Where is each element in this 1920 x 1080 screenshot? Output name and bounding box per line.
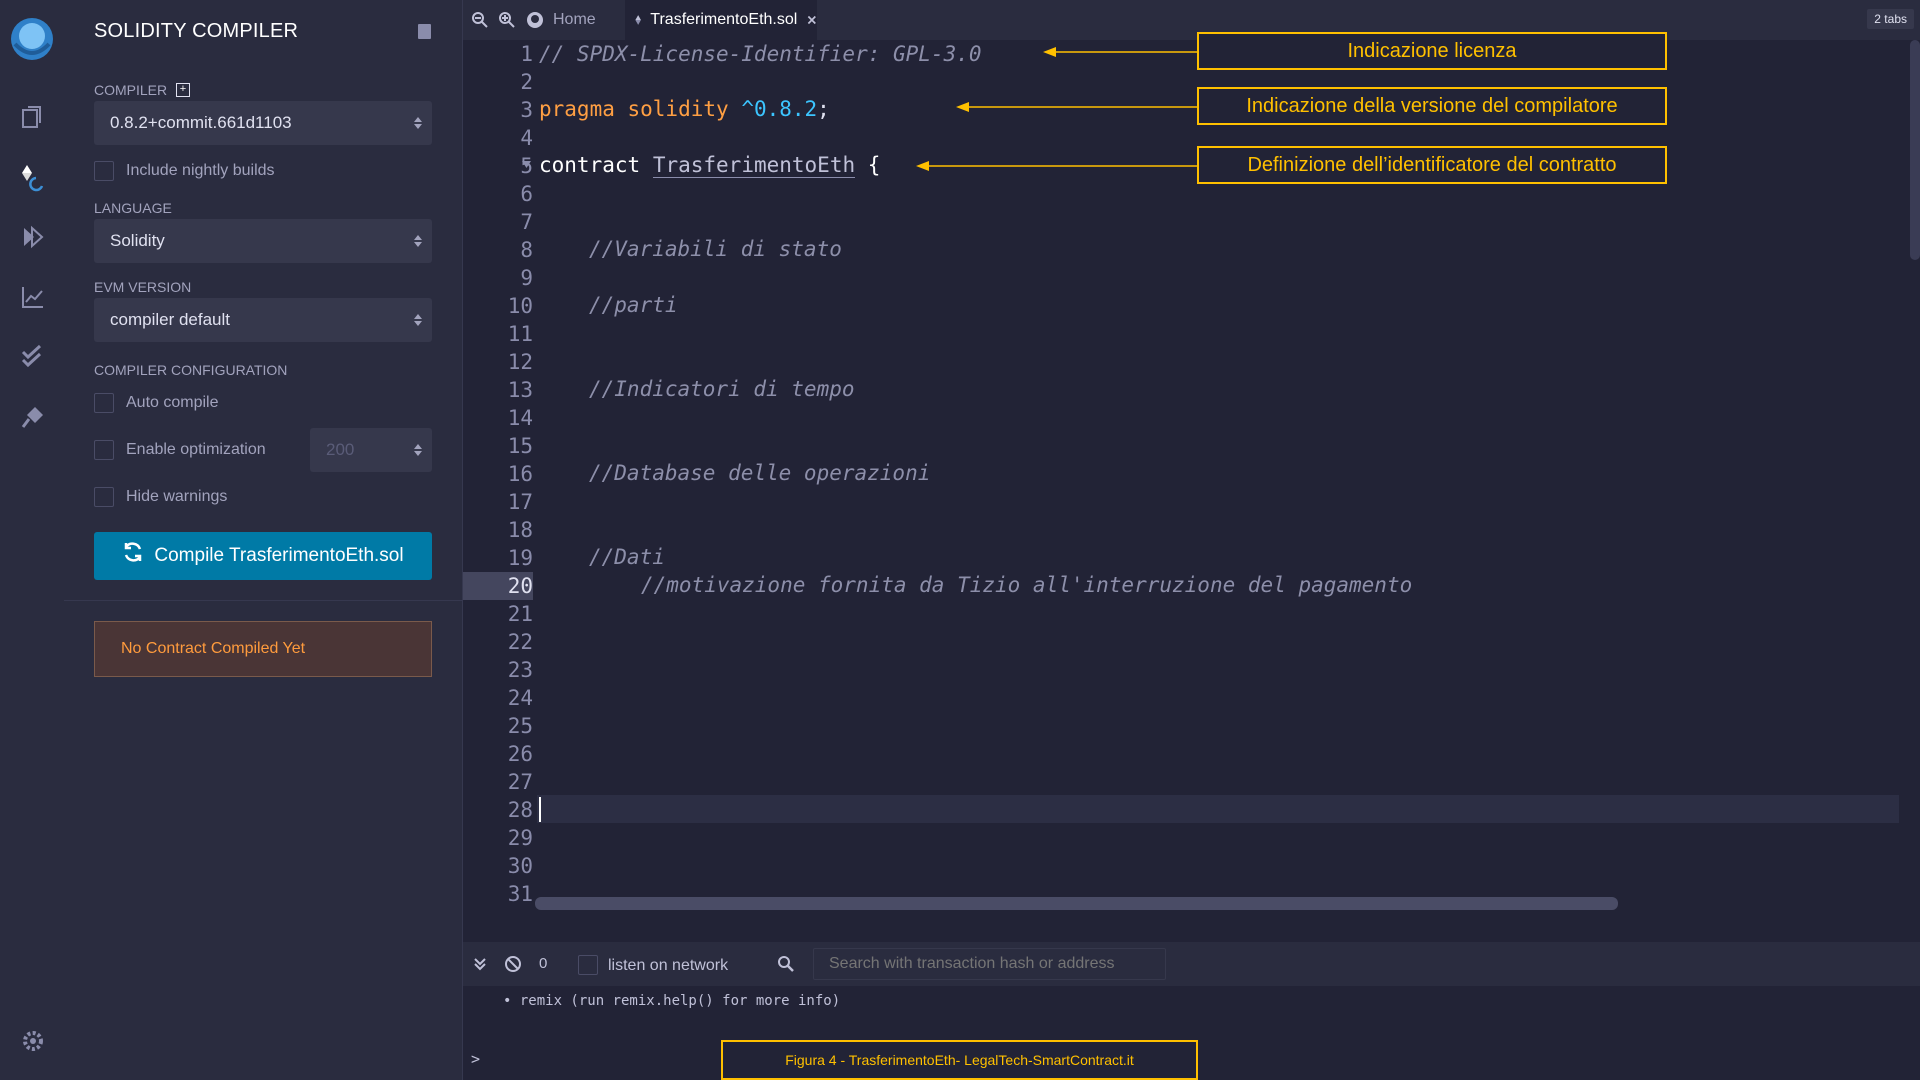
terminal-prompt[interactable]: > [471, 1050, 480, 1068]
annotation-license: Indicazione licenza [1197, 32, 1667, 70]
listen-network-checkbox[interactable] [578, 955, 598, 975]
arrowhead-license [1043, 47, 1056, 57]
terminal-log-line: • remix (run remix.help() for more info) [503, 993, 841, 1009]
arrowhead-identifier [916, 161, 929, 171]
annotation-version: Indicazione della versione del compilato… [1197, 87, 1667, 125]
collapse-terminal-icon[interactable] [473, 957, 487, 971]
arrowhead-version [956, 102, 969, 112]
figure-caption: Figura 4 - TrasferimentoEth- LegalTech-S… [721, 1040, 1198, 1080]
listen-network-label: listen on network [608, 957, 729, 974]
transaction-search-input[interactable] [813, 948, 1166, 980]
annotation-identifier: Definizione dell’identificatore del cont… [1197, 146, 1667, 184]
pending-tx-count: 0 [539, 955, 548, 972]
terminal-toolbar: 0 listen on network [463, 942, 1920, 986]
clear-console-icon[interactable] [504, 955, 522, 973]
search-icon [778, 956, 794, 972]
